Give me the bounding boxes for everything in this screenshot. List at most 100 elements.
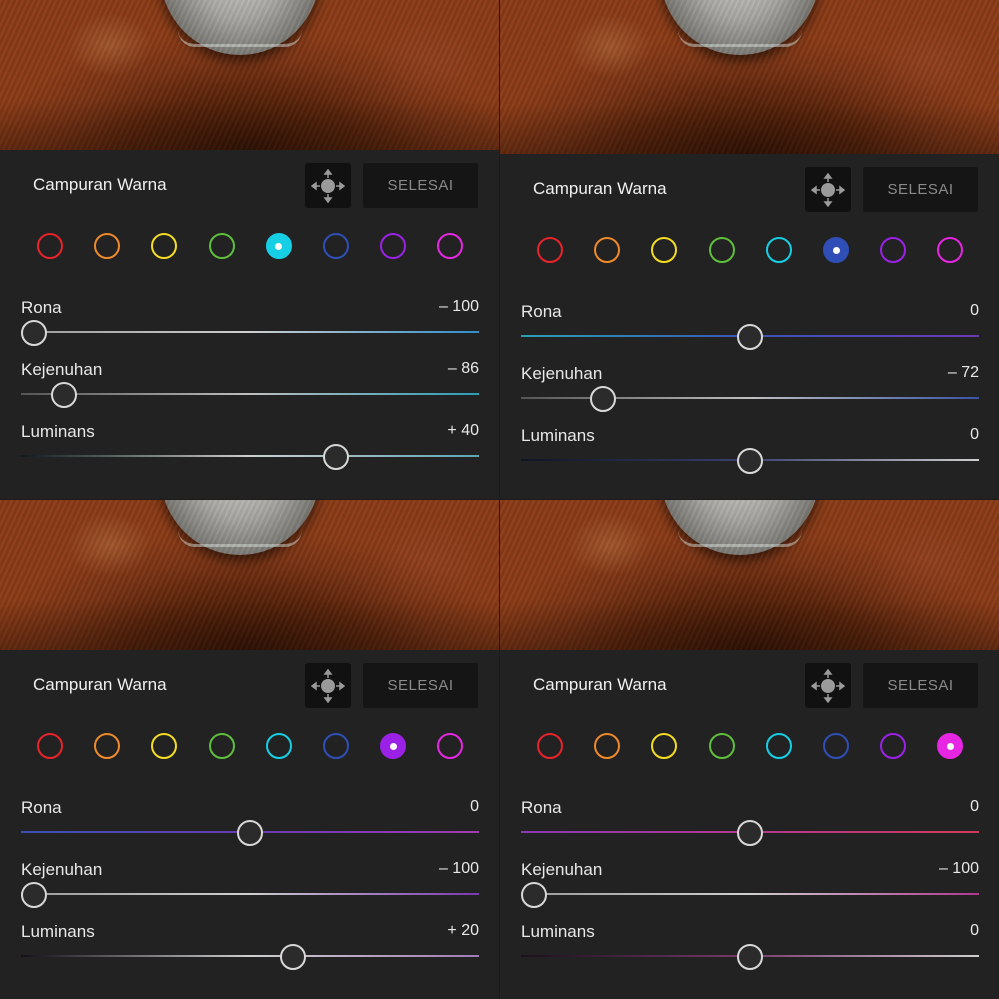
color-swatch-row <box>0 733 499 763</box>
luminance-slider-thumb[interactable] <box>737 944 763 970</box>
swatch-red[interactable] <box>537 733 563 759</box>
swatch-aqua[interactable] <box>265 733 292 759</box>
luminance-value: 0 <box>970 426 979 443</box>
luminance-value: + 20 <box>447 922 479 939</box>
saturation-value: – 100 <box>938 860 979 877</box>
target-move-icon <box>811 668 845 703</box>
swatch-magenta[interactable] <box>937 237 964 263</box>
color-mix-screen-cyan: Campuran Warna SELESAI Rona – 100 Kejenu… <box>0 0 499 499</box>
hue-label: Rona <box>521 798 562 817</box>
hue-slider-thumb[interactable] <box>737 820 763 846</box>
swatch-purple[interactable] <box>880 733 907 759</box>
color-swatch-row <box>0 233 499 263</box>
hue-track[interactable] <box>21 331 479 333</box>
saturation-slider-thumb[interactable] <box>21 882 47 908</box>
saturation-value: – 86 <box>447 360 479 377</box>
luminance-slider-row: Luminans 0 <box>521 922 979 982</box>
swatch-yellow[interactable] <box>651 237 678 263</box>
luminance-value: + 40 <box>447 422 479 439</box>
targeted-adjustment-button[interactable] <box>305 163 351 208</box>
orangutan-photo <box>0 500 499 650</box>
swatch-orange[interactable] <box>594 733 621 759</box>
swatch-red[interactable] <box>37 733 63 759</box>
swatch-yellow[interactable] <box>151 733 178 759</box>
targeted-adjustment-button[interactable] <box>305 663 351 708</box>
color-mix-panel: Campuran Warna SELESAI Rona 0 Kejenuhan … <box>500 154 999 499</box>
swatch-purple[interactable] <box>380 733 407 759</box>
hue-slider-row: Rona 0 <box>521 302 979 362</box>
saturation-slider-row: Kejenuhan – 100 <box>521 860 979 920</box>
target-move-icon <box>811 172 845 207</box>
swatch-red[interactable] <box>537 237 563 263</box>
hue-label: Rona <box>21 798 62 817</box>
saturation-track[interactable] <box>21 893 479 895</box>
swatch-green[interactable] <box>708 733 735 759</box>
swatch-blue[interactable] <box>823 237 849 263</box>
swatch-blue[interactable] <box>323 233 349 259</box>
swatch-orange[interactable] <box>94 733 121 759</box>
color-swatch-row <box>500 733 999 763</box>
luminance-label: Luminans <box>521 922 595 941</box>
swatch-green[interactable] <box>208 733 235 759</box>
saturation-slider-thumb[interactable] <box>590 386 617 412</box>
color-mix-panel: Campuran Warna SELESAI Rona 0 Kejenuhan … <box>500 650 999 999</box>
panel-title: Campuran Warna <box>33 675 167 694</box>
saturation-track[interactable] <box>521 893 979 895</box>
luminance-label: Luminans <box>21 922 95 941</box>
luminance-label: Luminans <box>521 426 595 445</box>
done-button[interactable]: SELESAI <box>863 663 978 708</box>
luminance-slider-thumb[interactable] <box>323 444 350 470</box>
panel-title: Campuran Warna <box>533 675 667 694</box>
hue-slider-row: Rona 0 <box>521 798 979 858</box>
panel-title: Campuran Warna <box>533 179 667 198</box>
luminance-track[interactable] <box>21 455 479 457</box>
color-swatch-row <box>500 237 999 267</box>
color-mix-panel: Campuran Warna SELESAI Rona – 100 Kejenu… <box>0 150 499 499</box>
swatch-blue[interactable] <box>323 733 349 759</box>
luminance-slider-thumb[interactable] <box>280 944 307 970</box>
swatch-yellow[interactable] <box>151 233 178 259</box>
swatch-magenta[interactable] <box>437 233 464 259</box>
saturation-track[interactable] <box>21 393 479 395</box>
luminance-slider-row: Luminans + 40 <box>21 422 479 482</box>
done-button[interactable]: SELESAI <box>863 167 978 212</box>
done-button[interactable]: SELESAI <box>363 163 478 208</box>
swatch-magenta[interactable] <box>937 733 964 759</box>
hue-value: 0 <box>470 798 479 815</box>
swatch-purple[interactable] <box>880 237 907 263</box>
targeted-adjustment-button[interactable] <box>805 167 851 212</box>
swatch-blue[interactable] <box>823 733 849 759</box>
saturation-label: Kejenuhan <box>21 360 103 379</box>
swatch-orange[interactable] <box>594 237 621 263</box>
luminance-slider-thumb[interactable] <box>737 448 763 474</box>
swatch-green[interactable] <box>208 233 235 259</box>
swatch-magenta[interactable] <box>437 733 464 759</box>
swatch-orange[interactable] <box>94 233 121 259</box>
hue-slider-thumb[interactable] <box>21 320 47 346</box>
swatch-aqua[interactable] <box>265 233 292 259</box>
target-move-icon <box>311 668 345 703</box>
done-button[interactable]: SELESAI <box>363 663 478 708</box>
hue-label: Rona <box>521 302 562 321</box>
swatch-green[interactable] <box>708 237 735 263</box>
panel-title: Campuran Warna <box>33 175 167 194</box>
swatch-yellow[interactable] <box>651 733 678 759</box>
saturation-slider-thumb[interactable] <box>521 882 547 908</box>
hue-slider-row: Rona 0 <box>21 798 479 858</box>
swatch-red[interactable] <box>37 233 63 259</box>
targeted-adjustment-button[interactable] <box>805 663 851 708</box>
saturation-slider-thumb[interactable] <box>51 382 78 408</box>
saturation-slider-row: Kejenuhan – 72 <box>521 364 979 424</box>
swatch-aqua[interactable] <box>765 733 792 759</box>
swatch-purple[interactable] <box>380 233 407 259</box>
hue-value: 0 <box>970 302 979 319</box>
hue-label: Rona <box>21 298 62 317</box>
selected-dot <box>946 742 954 750</box>
hue-slider-thumb[interactable] <box>237 820 263 846</box>
saturation-value: – 72 <box>947 364 979 381</box>
swatch-aqua[interactable] <box>765 237 792 263</box>
color-mix-panel: Campuran Warna SELESAI Rona 0 Kejenuhan … <box>0 650 499 999</box>
hue-slider-thumb[interactable] <box>737 324 763 350</box>
saturation-value: – 100 <box>438 860 479 877</box>
luminance-track[interactable] <box>21 955 479 957</box>
